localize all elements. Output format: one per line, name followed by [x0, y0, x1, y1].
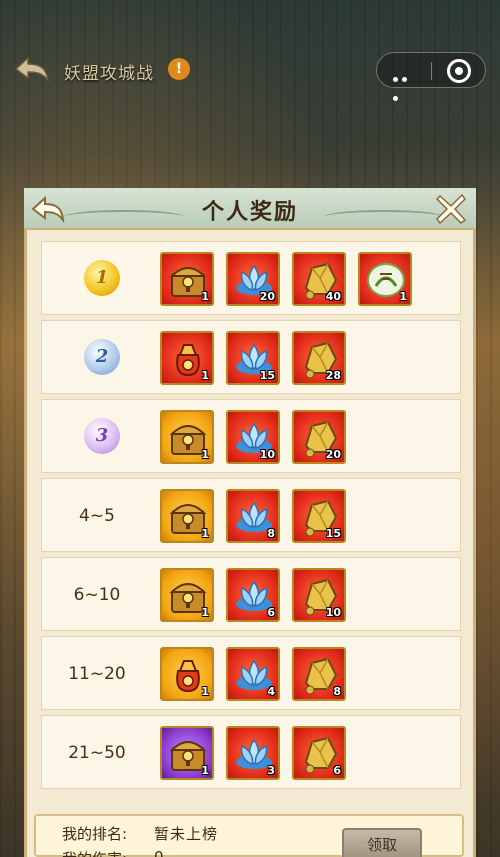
silver-medal-icon: 2	[84, 339, 120, 375]
item-quantity: 8	[267, 527, 275, 540]
ore-stone-icon[interactable]: 20	[292, 410, 346, 464]
purple-medal-icon: 3	[84, 418, 120, 454]
close-icon[interactable]	[434, 192, 468, 226]
item-quantity: 28	[325, 369, 341, 382]
item-quantity: 1	[201, 290, 209, 303]
item-quantity: 4	[267, 685, 275, 698]
lotus-icon[interactable]: 6	[226, 568, 280, 622]
ore-stone-icon[interactable]: 10	[292, 568, 346, 622]
more-dots-icon[interactable]	[393, 67, 417, 101]
lotus-icon[interactable]: 4	[226, 647, 280, 701]
gold-medal-icon: 1	[84, 260, 120, 296]
treasure-chest-icon[interactable]: 1	[160, 410, 214, 464]
lotus-icon[interactable]: 10	[226, 410, 280, 464]
reward-row: 2 1 15 28	[41, 320, 461, 394]
lotus-icon[interactable]: 3	[226, 726, 280, 780]
item-quantity: 1	[201, 606, 209, 619]
reward-row: 11~20 1 4 8	[41, 636, 461, 710]
item-quantity: 10	[259, 448, 275, 461]
ore-stone-icon[interactable]: 6	[292, 726, 346, 780]
reward-row: 6~10 1 6 10	[41, 557, 461, 631]
rank-label: 6~10	[73, 585, 121, 605]
my-status-bar: 我的排名: 暂未上榜 我的伤害: 0 领取	[34, 814, 464, 857]
item-quantity: 1	[201, 685, 209, 698]
lucky-bag-icon[interactable]: 1	[160, 647, 214, 701]
rank-label: 4~5	[79, 506, 115, 526]
miniprogram-capsule	[376, 52, 486, 101]
exit-miniprogram-icon[interactable]	[447, 59, 471, 83]
scroll-icon[interactable]: 1	[358, 252, 412, 306]
item-quantity: 1	[201, 369, 209, 382]
item-quantity: 3	[267, 764, 275, 777]
item-quantity: 15	[325, 527, 341, 540]
ore-stone-icon[interactable]: 40	[292, 252, 346, 306]
item-quantity: 10	[325, 606, 341, 619]
capsule-divider	[431, 62, 432, 80]
item-quantity: 6	[333, 764, 341, 777]
rank-number: 1	[95, 267, 109, 288]
top-bar: 妖盟攻城战 !	[0, 42, 500, 101]
my-damage-label: 我的伤害:	[62, 848, 127, 857]
item-quantity: 1	[201, 527, 209, 540]
item-quantity: 20	[259, 290, 275, 303]
item-quantity: 1	[201, 764, 209, 777]
claim-button[interactable]: 领取	[342, 828, 422, 857]
lotus-icon[interactable]: 20	[226, 252, 280, 306]
lotus-icon[interactable]: 8	[226, 489, 280, 543]
rank-label: 21~50	[68, 743, 126, 763]
ore-stone-icon[interactable]: 8	[292, 647, 346, 701]
rank-number: 3	[95, 425, 109, 446]
rank-number: 2	[95, 346, 109, 367]
item-quantity: 8	[333, 685, 341, 698]
game-title: 妖盟攻城战	[64, 64, 154, 84]
lotus-icon[interactable]: 15	[226, 331, 280, 385]
item-quantity: 1	[399, 290, 407, 303]
back-arrow-icon[interactable]	[12, 54, 52, 84]
reward-row: 21~50 1 3 6	[41, 715, 461, 789]
my-rank-label: 我的排名:	[62, 825, 128, 843]
reward-row: 4~5 1 8 15	[41, 478, 461, 552]
item-quantity: 40	[325, 290, 341, 303]
reward-row: 3 1 10 20	[41, 399, 461, 473]
rank-label: 3	[42, 400, 152, 474]
item-quantity: 20	[325, 448, 341, 461]
rank-label: 2	[42, 321, 152, 395]
treasure-chest-icon[interactable]: 1	[160, 252, 214, 306]
ore-stone-icon[interactable]: 28	[292, 331, 346, 385]
panel-header: 个人奖励	[24, 188, 476, 230]
rewards-panel: 个人奖励 1 1 20 40 1 2 1 15 28 3 1 10 20 4~5 1 8 15 6~10 1 6 10 1…	[24, 188, 476, 857]
ore-stone-icon[interactable]: 15	[292, 489, 346, 543]
item-quantity: 6	[267, 606, 275, 619]
my-damage-value: 0	[154, 848, 164, 857]
rank-label: 11~20	[68, 664, 126, 684]
lucky-bag-icon[interactable]: 1	[160, 331, 214, 385]
notification-badge[interactable]: !	[168, 58, 190, 80]
reward-row: 1 1 20 40 1	[41, 241, 461, 315]
item-quantity: 1	[201, 448, 209, 461]
treasure-chest-icon[interactable]: 1	[160, 568, 214, 622]
panel-title: 个人奖励	[201, 199, 298, 225]
treasure-chest-icon[interactable]: 1	[160, 726, 214, 780]
treasure-chest-icon[interactable]: 1	[160, 489, 214, 543]
my-rank-value: 暂未上榜	[154, 825, 219, 843]
reward-list[interactable]: 1 1 20 40 1 2 1 15 28 3 1 10 20 4~5 1 8 15 6~10 1 6 10 11~20 1…	[41, 241, 461, 794]
rank-label: 1	[42, 242, 152, 316]
item-quantity: 15	[259, 369, 275, 382]
